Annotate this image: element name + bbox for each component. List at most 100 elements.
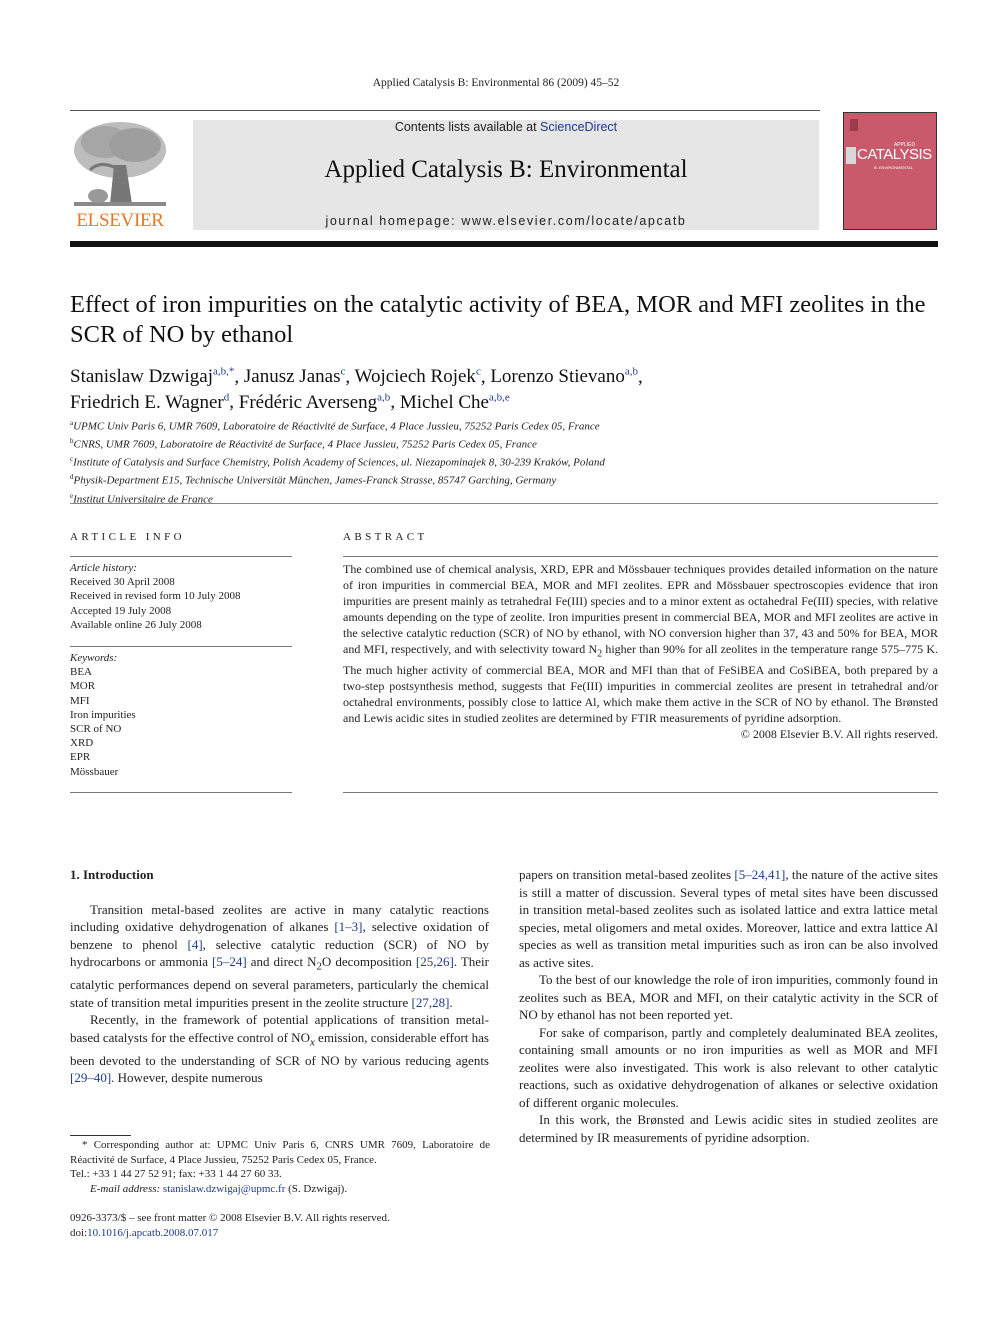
journal-homepage-link[interactable]: journal homepage: www.elsevier.com/locat…	[193, 214, 819, 228]
sep: ,	[234, 366, 244, 388]
cover-subtitle: B: ENVIRONMENTAL	[874, 165, 914, 170]
keyword: BEA	[70, 666, 92, 679]
history-item: Received 30 April 2008	[70, 576, 175, 589]
keywords: Keywords: BEA MOR MFI Iron impurities SC…	[70, 651, 292, 779]
sep: ,	[345, 366, 355, 388]
elsevier-tree-icon	[74, 122, 166, 206]
history-item: Received in revised form 10 July 2008	[70, 590, 241, 603]
section-rule	[70, 503, 938, 504]
sep: ,	[638, 366, 643, 388]
paragraph: Transition metal-based zeolites are acti…	[70, 901, 489, 1012]
divider	[70, 646, 292, 647]
author-affil-sup[interactable]: a,b	[625, 366, 638, 378]
paragraph: For sake of comparison, partly and compl…	[519, 1024, 938, 1110]
body-column-left: 1. Introduction Transition metal-based z…	[70, 866, 489, 1087]
author[interactable]: Stanislaw Dzwigaja,b,*	[70, 366, 234, 387]
author-affil-sup[interactable]: a,b,*	[213, 366, 234, 378]
text: papers on transition metal-based zeolite…	[519, 867, 735, 882]
affiliation: aUPMC Univ Paris 6, UMR 7609, Laboratoir…	[70, 416, 940, 434]
copyright: © 2008 Elsevier B.V. All rights reserved…	[740, 727, 938, 742]
article-info-heading: ARTICLE INFO	[70, 531, 185, 543]
keyword: MFI	[70, 694, 90, 707]
keyword: Mössbauer	[70, 765, 119, 778]
abstract-body: The combined use of chemical analysis, X…	[343, 561, 938, 742]
corresponding-author-footnote: * Corresponding author at: UPMC Univ Par…	[70, 1138, 490, 1196]
elsevier-logo[interactable]: ELSEVIER	[70, 120, 170, 232]
author[interactable]: Frédéric Aversenga,b	[239, 391, 391, 412]
keyword: XRD	[70, 737, 94, 750]
author[interactable]: Lorenzo Stievanoa,b	[490, 366, 638, 387]
affil-text: CNRS, UMR 7609, Laboratoire de Réactivit…	[73, 438, 537, 451]
cover-title: CATALYSIS	[857, 146, 932, 163]
doi-link[interactable]: 10.1016/j.apcatb.2008.07.017	[87, 1227, 218, 1239]
paragraph-continued: papers on transition metal-based zeolite…	[519, 866, 938, 971]
citation-link[interactable]: [27,28]	[412, 995, 450, 1010]
history-item: Available online 26 July 2008	[70, 618, 202, 631]
citation-link[interactable]: [1–3]	[334, 919, 362, 934]
citation-link[interactable]: [4]	[188, 937, 203, 952]
citation-link[interactable]: [25,26]	[416, 954, 454, 969]
history-label: Article history:	[70, 562, 137, 574]
paragraph: Recently, in the framework of potential …	[70, 1011, 489, 1087]
text: Corresponding author at: UPMC Univ Paris…	[70, 1139, 490, 1166]
running-head: Applied Catalysis B: Environmental 86 (2…	[372, 77, 620, 89]
citation-link[interactable]: [5–24]	[212, 954, 247, 969]
doi-line: doi:10.1016/j.apcatb.2008.07.017	[70, 1226, 490, 1241]
citation-link[interactable]: [5–24,41]	[734, 867, 785, 882]
article-title: Effect of iron impurities on the catalyt…	[70, 291, 926, 348]
contents-prefix: Contents lists available at	[394, 120, 541, 134]
elsevier-wordmark: ELSEVIER	[76, 210, 164, 231]
author[interactable]: Friedrich E. Wagnerd	[70, 391, 229, 412]
journal-title: Applied Catalysis B: Environmental	[324, 156, 688, 183]
text: , the nature of the active sites is stil…	[519, 867, 938, 970]
author[interactable]: Janusz Janasc	[244, 366, 345, 387]
cover-publisher-mark	[850, 119, 858, 131]
article-history: Article history: Received 30 April 2008 …	[70, 561, 292, 632]
header-rule	[70, 110, 820, 111]
footnote-email: E-mail address: stanislaw.dzwigaj@upmc.f…	[70, 1182, 490, 1197]
text: O decomposition	[321, 954, 416, 969]
footnote-rule	[70, 1135, 131, 1136]
affil-text: Institute of Catalysis and Surface Chemi…	[73, 456, 605, 469]
citation-link[interactable]: [29–40]	[70, 1070, 111, 1085]
author[interactable]: Michel Chea,b,e	[400, 391, 510, 412]
email-link[interactable]: stanislaw.dzwigaj@upmc.fr	[163, 1183, 285, 1195]
author-affil-sup[interactable]: a,b	[377, 391, 390, 403]
contents-line: Contents lists available at ScienceDirec…	[193, 120, 819, 134]
affiliation: eInstitut Universitaire de France	[70, 489, 940, 507]
masthead-thick-rule	[70, 241, 938, 247]
sep: ,	[390, 391, 400, 413]
affil-text: UPMC Univ Paris 6, UMR 7609, Laboratoire…	[73, 420, 600, 433]
keyword: Iron impurities	[70, 708, 136, 721]
doi-prefix: doi:	[70, 1227, 88, 1239]
affiliation: dPhysik-Department E15, Technische Unive…	[70, 470, 940, 488]
paragraph: To the best of our knowledge the role of…	[519, 972, 938, 1022]
footnote-address: * Corresponding author at: UPMC Univ Par…	[70, 1138, 490, 1167]
sep: ,	[480, 366, 491, 388]
cover-letter-block	[846, 147, 856, 164]
front-matter: 0926-3373/$ – see front matter © 2008 El…	[70, 1211, 490, 1241]
author[interactable]: Wojciech Rojekc	[355, 366, 481, 387]
divider	[343, 556, 938, 557]
affil-text: Physik-Department E15, Technische Univer…	[73, 475, 557, 488]
author-affil-sup[interactable]: a,b,e	[489, 391, 510, 403]
email-label: E-mail address:	[90, 1182, 163, 1195]
journal-cover-thumbnail[interactable]: APPLIED CATALYSIS B: ENVIRONMENTAL	[843, 112, 937, 230]
keywords-label: Keywords:	[70, 652, 118, 664]
sciencedirect-link[interactable]: ScienceDirect	[540, 120, 617, 134]
text: .	[449, 994, 453, 1010]
keyword: MOR	[70, 680, 96, 693]
divider	[70, 792, 292, 793]
sep: ,	[229, 391, 239, 413]
text: (S. Dzwigaj).	[285, 1182, 348, 1195]
author-list: Stanislaw Dzwigaja,b,*, Janusz Janasc, W…	[70, 362, 930, 413]
section-heading: 1. Introduction	[70, 867, 154, 882]
footnote-phone: Tel.: +33 1 44 27 52 91; fax: +33 1 44 2…	[70, 1168, 282, 1181]
abstract-heading: ABSTRACT	[343, 531, 428, 543]
affiliation: cInstitute of Catalysis and Surface Chem…	[70, 452, 940, 470]
issn-line: 0926-3373/$ – see front matter © 2008 El…	[70, 1212, 390, 1224]
divider	[70, 556, 292, 557]
journal-banner: Contents lists available at ScienceDirec…	[193, 120, 819, 230]
affiliations: aUPMC Univ Paris 6, UMR 7609, Laboratoir…	[70, 416, 940, 507]
text: . However, despite numerous	[111, 1070, 263, 1086]
